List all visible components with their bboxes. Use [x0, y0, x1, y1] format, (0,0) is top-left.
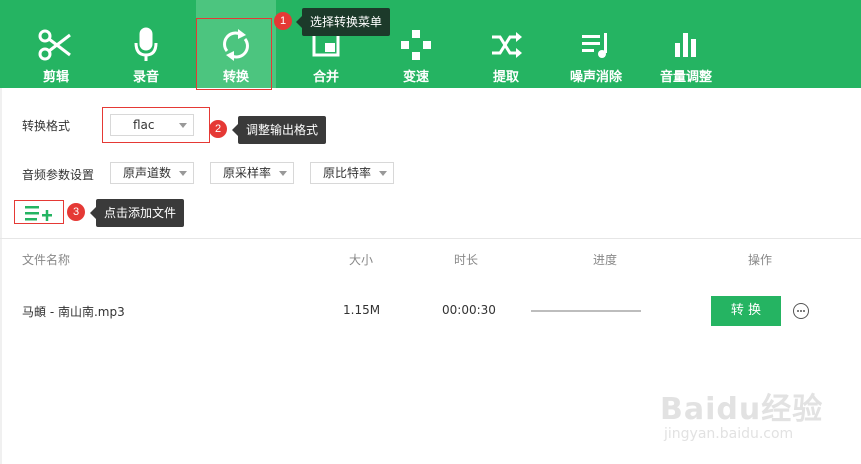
- callout-tip-2: 调整输出格式: [231, 116, 327, 144]
- col-header-progress: 进度: [593, 253, 618, 267]
- watermark-brand: Baidu经验: [660, 392, 824, 427]
- format-label: 转换格式: [22, 119, 71, 133]
- sample-rate-select[interactable]: 原采样率: [210, 162, 294, 184]
- chevron-down-icon: [179, 171, 187, 176]
- callout-badge-1: 1: [274, 12, 292, 30]
- tool-record-label: 录音: [132, 70, 159, 85]
- col-header-action: 操作: [748, 253, 773, 267]
- tool-cut[interactable]: 剪辑: [16, 0, 96, 88]
- tool-convert[interactable]: 转换: [196, 0, 276, 90]
- sample-rate-select-value: 原采样率: [223, 166, 272, 180]
- add-file-button[interactable]: [14, 200, 64, 224]
- chevron-down-icon: [379, 171, 387, 176]
- watermark-logo: Baidu经验 jingyan.baidu.com: [660, 384, 850, 444]
- format-select-value: flac: [133, 118, 155, 132]
- chevron-down-icon: [179, 123, 187, 128]
- convert-icon: [216, 27, 256, 63]
- more-options-icon[interactable]: [793, 303, 809, 319]
- shuffle-icon: [486, 27, 526, 63]
- col-header-size: 大小: [349, 253, 374, 267]
- section-divider: [0, 238, 861, 239]
- callout-badge-3: 3: [67, 203, 85, 221]
- col-header-name: 文件名称: [22, 253, 71, 267]
- convert-button[interactable]: 转 换: [711, 296, 781, 326]
- tool-speed-label: 变速: [402, 70, 429, 85]
- callout-tip-3: 点击添加文件: [89, 199, 185, 227]
- tool-merge-label: 合并: [312, 70, 339, 85]
- tool-record[interactable]: 录音: [106, 0, 186, 88]
- channels-select[interactable]: 原声道数: [110, 162, 194, 184]
- bitrate-select-value: 原比特率: [323, 166, 372, 180]
- tool-convert-label: 转换: [222, 70, 249, 85]
- add-list-icon: [25, 206, 52, 221]
- tool-volume-label: 音量调整: [659, 70, 712, 85]
- tool-noise[interactable]: 噪声消除: [556, 0, 636, 88]
- tool-volume[interactable]: 音量调整: [646, 0, 726, 88]
- speed-icon: [396, 27, 436, 63]
- noise-icon: [576, 27, 616, 63]
- col-header-duration: 时长: [454, 253, 479, 267]
- microphone-icon: [126, 27, 166, 63]
- callout-tip-1: 选择转换菜单: [295, 8, 391, 36]
- file-name: 马頔 - 南山南.mp3: [22, 305, 125, 319]
- tool-extract-label: 提取: [492, 70, 519, 85]
- tool-extract[interactable]: 提取: [466, 0, 546, 88]
- channels-select-value: 原声道数: [123, 166, 172, 180]
- chevron-down-icon: [279, 171, 287, 176]
- tool-noise-label: 噪声消除: [569, 70, 622, 85]
- bitrate-select[interactable]: 原比特率: [310, 162, 394, 184]
- volume-bars-icon: [666, 27, 706, 63]
- watermark-url: jingyan.baidu.com: [664, 426, 794, 442]
- params-label: 音频参数设置: [22, 168, 95, 182]
- progress-bar: [531, 310, 641, 312]
- format-select[interactable]: flac: [110, 114, 194, 136]
- file-size: 1.15M: [343, 303, 381, 317]
- callout-badge-2: 2: [209, 120, 227, 138]
- main-toolbar: 剪辑 录音 转换 合并 变速 提取 噪声消除 音量调整: [0, 0, 861, 90]
- tool-cut-label: 剪辑: [42, 70, 69, 85]
- file-duration: 00:00:30: [442, 303, 496, 317]
- scissors-icon: [36, 27, 76, 63]
